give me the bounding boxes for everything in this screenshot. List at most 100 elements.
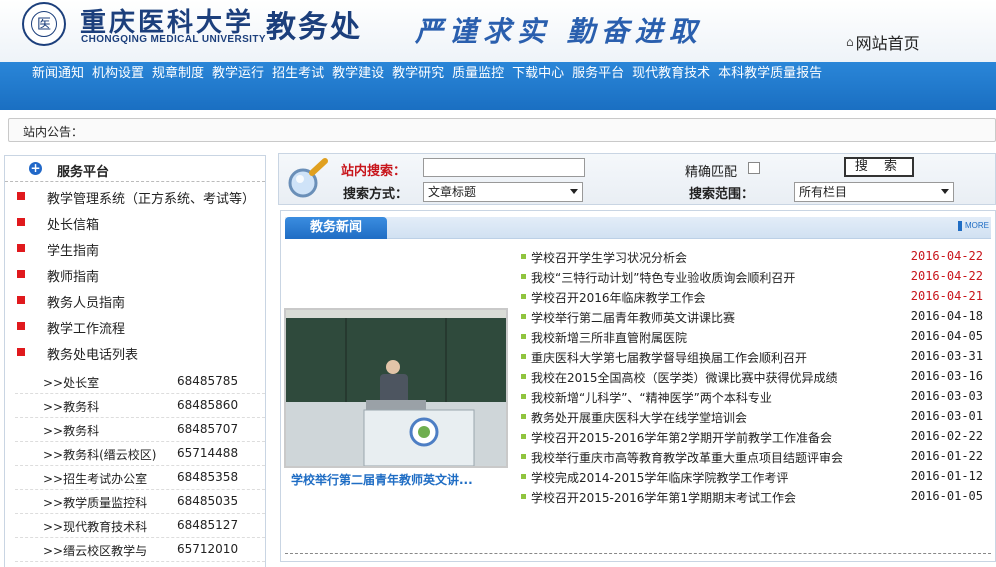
phone-row[interactable]: >>教务科(缙云校区) 65714488 bbox=[15, 442, 265, 466]
news-item-title: 我校新增三所非直管附属医院 bbox=[531, 331, 688, 345]
sidebar-menu-label: 教学管理系统（正方系统、考试等） bbox=[47, 192, 256, 207]
nav-item[interactable]: 下载中心 bbox=[512, 66, 564, 81]
sidebar-menu-label: 教务处电话列表 bbox=[47, 348, 139, 363]
news-item-title: 学校召开2015-2016学年第2学期开学前教学工作准备会 bbox=[531, 431, 833, 445]
search-method-select[interactable]: 文章标题 bbox=[423, 182, 583, 202]
news-item[interactable]: 重庆医科大学第七届教学督导组换届工作会顺利召开 2016-03-31 bbox=[521, 347, 983, 367]
chevron-down-icon bbox=[570, 189, 578, 194]
university-seal-logo[interactable]: 医 bbox=[22, 2, 66, 46]
search-button[interactable]: 搜 索 bbox=[844, 157, 914, 177]
search-method-label: 搜索方式： bbox=[343, 187, 409, 202]
phone-office-name: >>招生考试办公室 bbox=[43, 472, 148, 486]
more-link-label: MORE bbox=[965, 221, 989, 231]
phone-row[interactable]: >>教学质量监控科 68485035 bbox=[15, 490, 265, 514]
nav-item[interactable]: 质量监控 bbox=[452, 66, 504, 81]
news-item[interactable]: 我校新增三所非直管附属医院 2016-04-05 bbox=[521, 327, 983, 347]
service-sidebar: + 服务平台 教学管理系统（正方系统、考试等） 处长信箱学生指南教师指南教务人员指… bbox=[4, 155, 266, 567]
nav-item[interactable]: 招生考试 bbox=[272, 66, 324, 81]
news-item[interactable]: 我校在2015全国高校（医学类）微课比赛中获得优异成绩 2016-03-16 bbox=[521, 367, 983, 387]
phone-row[interactable]: >>教务科 68485707 bbox=[15, 418, 265, 442]
news-item[interactable]: 学校召开2015-2016学年第2学期开学前教学工作准备会 2016-02-22 bbox=[521, 427, 983, 447]
more-marker-icon bbox=[958, 221, 962, 231]
news-item[interactable]: 我校新增“儿科学”、“精神医学”两个本科专业 2016-03-03 bbox=[521, 387, 983, 407]
news-item-date: 2016-01-05 bbox=[910, 489, 983, 503]
nav-item[interactable]: 教学运行 bbox=[212, 66, 264, 81]
sidebar-menu-item[interactable]: 教务处电话列表 bbox=[15, 340, 265, 366]
exact-match-checkbox[interactable] bbox=[748, 162, 760, 174]
news-item[interactable]: 学校召开2016年临床教学工作会 2016-04-21 bbox=[521, 287, 983, 307]
news-item-title: 学校召开2015-2016学年第1学期期末考试工作会 bbox=[531, 491, 797, 505]
phone-row[interactable]: >>缙云校区教学与 65712010 bbox=[15, 538, 265, 562]
sidebar-menu-label: 学生指南 bbox=[47, 244, 100, 259]
news-item-title: 学校举行第二届青年教师英文讲课比赛 bbox=[531, 311, 736, 325]
home-link[interactable]: ⌂ 网站首页 bbox=[846, 30, 920, 54]
sidebar-menu-label: 教师指南 bbox=[47, 270, 100, 285]
nav-item[interactable]: 机构设置 bbox=[92, 66, 144, 81]
sidebar-menu-item[interactable]: 教师指南 bbox=[15, 262, 265, 288]
news-item-title: 重庆医科大学第七届教学督导组换届工作会顺利召开 bbox=[531, 351, 808, 365]
news-photo[interactable] bbox=[284, 308, 508, 468]
square-bullet-icon bbox=[521, 454, 526, 459]
phone-row[interactable]: >>现代教育技术科 68485127 bbox=[15, 514, 265, 538]
sidebar-menu-item[interactable]: 教学管理系统（正方系统、考试等） bbox=[15, 184, 265, 210]
news-item-title: 教务处开展重庆医科大学在线学堂培训会 bbox=[531, 411, 748, 425]
news-item-title: 学校召开2016年临床教学工作会 bbox=[531, 291, 706, 305]
news-item[interactable]: 教务处开展重庆医科大学在线学堂培训会 2016-03-01 bbox=[521, 407, 983, 427]
red-square-bullet-icon bbox=[17, 270, 25, 278]
red-square-bullet-icon bbox=[17, 218, 25, 226]
chevron-down-icon bbox=[941, 189, 949, 194]
search-input[interactable] bbox=[423, 158, 585, 177]
news-item-date: 2016-02-22 bbox=[910, 429, 983, 443]
sidebar-title: 服务平台 bbox=[57, 165, 110, 180]
news-item[interactable]: 学校召开学生学习状况分析会 2016-04-22 bbox=[521, 247, 983, 267]
nav-item[interactable]: 服务平台 bbox=[572, 66, 624, 81]
news-item[interactable]: 学校召开2015-2016学年第1学期期末考试工作会 2016-01-05 bbox=[521, 487, 983, 507]
square-bullet-icon bbox=[521, 354, 526, 359]
sidebar-menu-item[interactable]: 学生指南 bbox=[15, 236, 265, 262]
square-bullet-icon bbox=[521, 254, 526, 259]
news-panel: 教务新闻 MORE 学校举行第二届青年教师英文讲... 学校召开学生学习状况分析… bbox=[280, 210, 996, 562]
nav-item[interactable]: 规章制度 bbox=[152, 66, 204, 81]
news-item[interactable]: 我校举行重庆市高等教育教学改革重大重点项目结题评审会 2016-01-22 bbox=[521, 447, 983, 467]
news-item[interactable]: 学校举行第二届青年教师英文讲课比赛 2016-04-18 bbox=[521, 307, 983, 327]
site-header: 医 重庆医科大学 CHONGQING MEDICAL UNIVERSITY 教务… bbox=[0, 0, 996, 62]
nav-item[interactable]: 本科教学质量报告 bbox=[718, 66, 822, 81]
news-item[interactable]: 我校“三特行动计划”特色专业验收质询会顺利召开 2016-04-22 bbox=[521, 267, 983, 287]
sidebar-menu-label: 教学工作流程 bbox=[47, 322, 126, 337]
square-bullet-icon bbox=[521, 474, 526, 479]
news-item-date: 2016-03-16 bbox=[910, 369, 983, 383]
nav-item[interactable]: 教学研究 bbox=[392, 66, 444, 81]
news-item-date: 2016-04-21 bbox=[910, 289, 983, 303]
motto-calligraphy: 严谨求实 勤奋进取 bbox=[415, 15, 703, 48]
sidebar-menu-item[interactable]: 处长信箱 bbox=[15, 210, 265, 236]
news-item-date: 2016-03-31 bbox=[910, 349, 983, 363]
news-item[interactable]: 学校完成2014-2015学年临床学院教学工作考评 2016-01-12 bbox=[521, 467, 983, 487]
square-bullet-icon bbox=[521, 334, 526, 339]
university-name-en: CHONGQING MEDICAL UNIVERSITY bbox=[81, 34, 266, 45]
sidebar-menu-item[interactable]: 教学工作流程 bbox=[15, 314, 265, 340]
nav-item[interactable]: 现代教育技术 bbox=[632, 66, 710, 81]
nav-item[interactable]: 教学建设 bbox=[332, 66, 384, 81]
phone-number: 68485785 bbox=[177, 374, 239, 388]
plus-circle-icon: + bbox=[29, 161, 42, 175]
sidebar-menu-item[interactable]: 教务人员指南 bbox=[15, 288, 265, 314]
phone-office-name: >>缙云校区教学与 bbox=[43, 544, 148, 558]
nav-item[interactable]: 新闻通知 bbox=[32, 66, 84, 81]
news-item-title: 我校在2015全国高校（医学类）微课比赛中获得优异成绩 bbox=[531, 371, 838, 385]
phone-office-name: >>教务科 bbox=[43, 400, 100, 414]
phone-row[interactable]: >>处长室 68485785 bbox=[15, 370, 265, 394]
news-item-date: 2016-04-18 bbox=[910, 309, 983, 323]
more-link[interactable]: MORE bbox=[958, 221, 989, 231]
phone-row[interactable]: >>教务科 68485860 bbox=[15, 394, 265, 418]
phone-number: 68485707 bbox=[177, 422, 239, 436]
news-photo-caption[interactable]: 学校举行第二届青年教师英文讲... bbox=[291, 471, 505, 488]
phone-office-name: >>教学质量监控科 bbox=[43, 496, 148, 510]
phone-row[interactable]: >>招生考试办公室 68485358 bbox=[15, 466, 265, 490]
search-range-select[interactable]: 所有栏目 bbox=[794, 182, 954, 202]
sidebar-menu-label: 教务人员指南 bbox=[47, 296, 126, 311]
square-bullet-icon bbox=[521, 314, 526, 319]
square-bullet-icon bbox=[521, 434, 526, 439]
red-square-bullet-icon bbox=[17, 244, 25, 252]
search-range-value: 所有栏目 bbox=[799, 185, 848, 199]
tab-news[interactable]: 教务新闻 bbox=[285, 217, 387, 239]
